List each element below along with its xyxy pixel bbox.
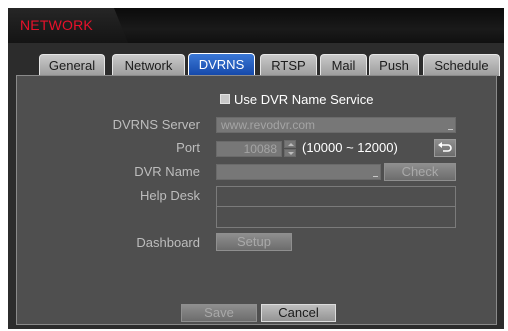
- tab-network[interactable]: Network: [112, 54, 185, 76]
- tab-general[interactable]: General: [39, 54, 105, 76]
- tab-mail[interactable]: Mail: [320, 54, 367, 76]
- port-spinner[interactable]: [284, 140, 296, 158]
- tab-rtsp[interactable]: RTSP: [260, 54, 317, 76]
- tab-strip: General Network DVRNS RTSP Mail Push Sch…: [8, 50, 504, 76]
- title-bar: NETWORK: [8, 8, 504, 43]
- port-label: Port: [176, 140, 200, 155]
- save-button[interactable]: Save: [181, 304, 257, 322]
- dvrns-server-field[interactable]: www.revodvr.com: [216, 117, 456, 133]
- help-desk-box: [216, 186, 456, 228]
- dvrns-server-label: DVRNS Server: [112, 117, 200, 132]
- dvrns-server-value: www.revodvr.com: [221, 118, 316, 132]
- tab-push[interactable]: Push: [369, 54, 419, 76]
- dvr-name-field[interactable]: [216, 164, 381, 180]
- port-range-text: (10000 ~ 12000): [302, 140, 398, 155]
- help-desk-label: Help Desk: [140, 188, 200, 203]
- spin-up-icon[interactable]: [284, 140, 296, 148]
- port-value: 10088: [243, 142, 277, 156]
- dashboard-setup-button[interactable]: Setup: [216, 233, 292, 251]
- use-dvrns-label: Use DVR Name Service: [234, 92, 374, 107]
- reset-default-icon[interactable]: [434, 139, 456, 157]
- tab-schedule[interactable]: Schedule: [423, 54, 500, 76]
- dropdown-icon: [373, 176, 378, 177]
- cancel-button[interactable]: Cancel: [261, 304, 336, 322]
- title-tab: NETWORK: [8, 8, 128, 43]
- use-dvrns-checkbox[interactable]: [220, 94, 230, 104]
- dvr-name-label: DVR Name: [134, 164, 200, 179]
- dropdown-icon: [448, 129, 453, 130]
- spin-down-icon[interactable]: [284, 149, 296, 157]
- check-button[interactable]: Check: [384, 163, 456, 181]
- window-title: NETWORK: [20, 17, 93, 33]
- tab-dvrns[interactable]: DVRNS: [188, 53, 255, 76]
- help-desk-divider: [217, 206, 455, 207]
- port-field[interactable]: 10088: [216, 141, 282, 157]
- dashboard-label: Dashboard: [136, 235, 200, 250]
